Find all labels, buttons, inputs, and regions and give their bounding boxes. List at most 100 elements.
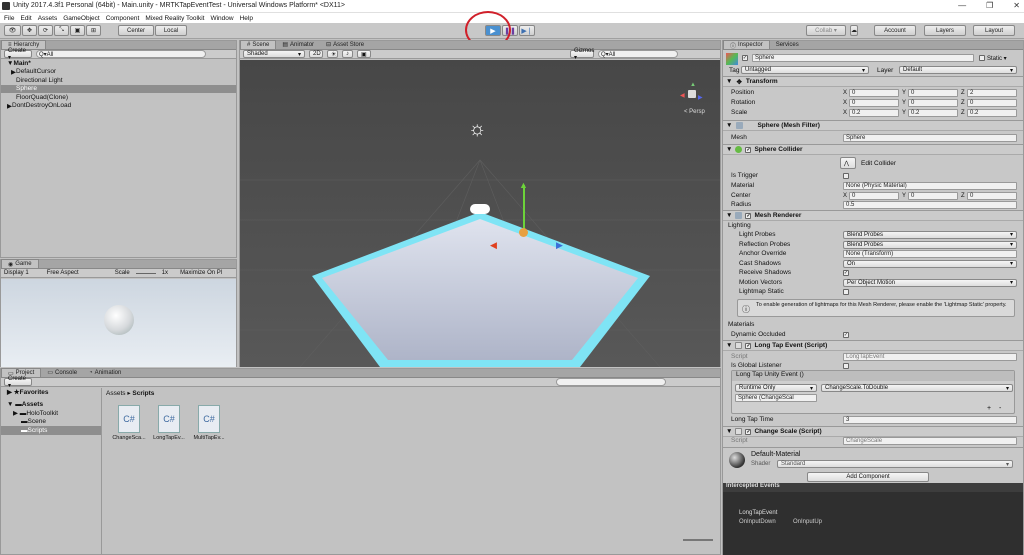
tab-animation[interactable]: ◔ Animation bbox=[83, 368, 127, 377]
mesh-filter-header[interactable]: ▼ Sphere (Mesh Filter) bbox=[723, 120, 1023, 131]
folder-scene[interactable]: ▬ Scene bbox=[1, 418, 101, 427]
rotation-y-input[interactable]: 0 bbox=[908, 98, 958, 107]
edit-collider-icon[interactable]: ⋀ bbox=[840, 157, 856, 169]
long-tap-event-header[interactable]: ▼ ✓ Long Tap Event (Script) bbox=[723, 340, 1023, 351]
scene-search-input[interactable]: Q▾All bbox=[598, 50, 678, 58]
static-dropdown[interactable]: Static ▾ bbox=[987, 55, 1007, 62]
scene-view[interactable]: ☼ ▲ ◀ ▶ ▲ ◀ ▶ < Persp bbox=[240, 60, 720, 367]
hierarchy-item-dontdestroyonload[interactable]: ▶ DontDestroyOnLoad bbox=[1, 102, 236, 111]
scene-orientation-gizmo[interactable]: ▲ ◀ ▶ bbox=[680, 82, 704, 106]
active-checkbox[interactable]: ✓ bbox=[742, 55, 748, 61]
game-view[interactable] bbox=[1, 279, 236, 367]
transform-header[interactable]: ▼ ✥ Transform bbox=[723, 76, 1023, 87]
scale-tool-icon[interactable]: ⤡ bbox=[54, 25, 69, 36]
breadcrumb-assets[interactable]: Assets bbox=[106, 390, 126, 397]
rotation-z-input[interactable]: 0 bbox=[967, 98, 1017, 107]
hand-tool-icon[interactable]: 👁 bbox=[4, 25, 21, 36]
collab-button[interactable]: Collab ▾ bbox=[806, 25, 846, 36]
scene-root-item[interactable]: ▼ Main* bbox=[1, 59, 236, 68]
remove-event-button[interactable]: - bbox=[999, 405, 1001, 412]
y-arrow-icon[interactable]: ▲ bbox=[519, 180, 528, 190]
mesh-renderer-header[interactable]: ▼ ✓ Mesh Renderer bbox=[723, 210, 1023, 221]
display-dropdown[interactable]: Display 1 bbox=[4, 270, 29, 276]
position-x-input[interactable]: 0 bbox=[849, 88, 899, 97]
layers-dropdown[interactable]: Layers bbox=[924, 25, 966, 36]
object-name-input[interactable]: Sphere bbox=[752, 54, 974, 62]
z-arrow-icon[interactable]: ▶ bbox=[556, 240, 563, 251]
hierarchy-item-directional-light[interactable]: Directional Light bbox=[1, 76, 236, 85]
event-target-object-field[interactable]: Sphere (ChangeScal bbox=[735, 394, 817, 402]
sphere-collider-header[interactable]: ▼ ✓ Sphere Collider bbox=[723, 144, 1023, 155]
menu-component[interactable]: Component bbox=[106, 15, 140, 22]
layout-dropdown[interactable]: Layout bbox=[973, 25, 1015, 36]
receive-shadows-checkbox[interactable]: ✓ bbox=[843, 269, 849, 276]
menu-assets[interactable]: Assets bbox=[38, 15, 58, 22]
mode-2d-button[interactable]: 2D bbox=[309, 50, 323, 58]
tab-console[interactable]: ▭ Console bbox=[41, 368, 83, 377]
folder-holotoolkit[interactable]: ▶ ▬ HoloToolkit bbox=[1, 409, 101, 418]
add-component-button[interactable]: Add Component bbox=[807, 472, 929, 482]
rect-tool-icon[interactable]: ▣ bbox=[70, 25, 85, 36]
close-icon[interactable]: ✕ bbox=[1013, 1, 1020, 10]
cast-shadows-dropdown[interactable]: On ▾ bbox=[843, 259, 1017, 268]
menu-gameobject[interactable]: GameObject bbox=[63, 15, 100, 22]
mesh-field[interactable]: Sphere bbox=[843, 133, 1017, 142]
runtime-only-dropdown[interactable]: Runtime Only ▾ bbox=[735, 384, 817, 392]
persp-label[interactable]: < Persp bbox=[684, 109, 705, 115]
rotate-tool-icon[interactable]: ⟳ bbox=[38, 25, 53, 36]
y-axis-handle[interactable] bbox=[523, 185, 525, 230]
project-search-input[interactable] bbox=[556, 378, 666, 386]
hierarchy-item-defaultcursor[interactable]: ▶ DefaultCursor bbox=[1, 68, 236, 77]
tab-inspector[interactable]: ⓘ Inspector bbox=[723, 40, 770, 50]
gizmos-dropdown[interactable]: Gizmos ▾ bbox=[570, 48, 594, 61]
sphere-object[interactable] bbox=[519, 228, 528, 237]
hierarchy-search-input[interactable]: Q▾All bbox=[36, 50, 206, 58]
account-dropdown[interactable]: Account bbox=[874, 25, 916, 36]
layer-dropdown[interactable]: Default ▾ bbox=[899, 66, 1017, 74]
tab-scene[interactable]: # Scene bbox=[240, 40, 277, 49]
radius-input[interactable]: 0.5 bbox=[843, 200, 1017, 209]
menu-window[interactable]: Window bbox=[210, 15, 233, 22]
pivot-center-button[interactable]: Center bbox=[118, 25, 154, 36]
tab-asset-store[interactable]: ⊟ Asset Store bbox=[320, 40, 370, 49]
is-trigger-checkbox[interactable] bbox=[843, 172, 849, 179]
menu-help[interactable]: Help bbox=[240, 15, 253, 22]
materials-foldout[interactable]: Materials bbox=[728, 321, 754, 328]
scale-slider[interactable] bbox=[135, 272, 156, 274]
file-longtapevent[interactable]: C# LongTapEv... bbox=[151, 405, 187, 441]
long-tap-time-input[interactable]: 3 bbox=[843, 415, 1017, 424]
audio-toggle-icon[interactable]: ♪ bbox=[342, 50, 353, 58]
scale-y-input[interactable]: 0.2 bbox=[908, 108, 958, 117]
center-x-input[interactable]: 0 bbox=[849, 191, 899, 200]
center-z-input[interactable]: 0 bbox=[967, 191, 1017, 200]
material-section[interactable]: Default-Material Shader Standard ▾ bbox=[723, 447, 1023, 471]
file-changescale[interactable]: C# ChangeSca... bbox=[111, 405, 147, 441]
favorites-folder[interactable]: ▶ ★ Favorites bbox=[1, 388, 101, 397]
menu-mixed-reality-toolkit[interactable]: Mixed Reality Toolkit bbox=[145, 15, 204, 22]
pivot-local-button[interactable]: Local bbox=[155, 25, 187, 36]
effects-dropdown-icon[interactable]: ▣ bbox=[357, 50, 371, 58]
shading-mode-dropdown[interactable]: Shaded ▾ bbox=[243, 50, 305, 58]
position-y-input[interactable]: 0 bbox=[908, 88, 958, 97]
physic-material-field[interactable]: None (Physic Material) bbox=[843, 181, 1017, 190]
scale-z-input[interactable]: 0.2 bbox=[967, 108, 1017, 117]
static-checkbox[interactable] bbox=[979, 55, 985, 61]
is-global-listener-checkbox[interactable] bbox=[843, 362, 849, 369]
function-dropdown[interactable]: ChangeScale.ToDouble ▾ bbox=[821, 384, 1013, 392]
move-tool-icon[interactable]: ✥ bbox=[22, 25, 37, 36]
hierarchy-create-button[interactable]: Create ▾ bbox=[4, 48, 32, 61]
add-event-button[interactable]: + bbox=[987, 405, 991, 412]
cloud-icon[interactable]: ☁ bbox=[850, 25, 858, 36]
lightmap-static-checkbox[interactable] bbox=[843, 288, 849, 295]
long-tap-enabled-checkbox[interactable]: ✓ bbox=[745, 342, 752, 349]
aspect-dropdown[interactable]: Free Aspect bbox=[47, 270, 79, 276]
tab-animator[interactable]: ▤ Animator bbox=[276, 40, 320, 49]
file-multitapevent[interactable]: C# MultiTapEv... bbox=[191, 405, 227, 441]
hierarchy-item-floorquad[interactable]: FloorQuad(Clone) bbox=[1, 93, 236, 102]
tag-dropdown[interactable]: Untagged ▾ bbox=[741, 66, 869, 74]
anchor-override-field[interactable]: None (Transform) bbox=[843, 249, 1017, 258]
center-y-input[interactable]: 0 bbox=[908, 191, 958, 200]
camera-gizmo-icon[interactable] bbox=[470, 204, 490, 214]
icon-size-slider[interactable] bbox=[683, 539, 713, 541]
maximize-on-play-button[interactable]: Maximize On Pl bbox=[180, 270, 222, 276]
